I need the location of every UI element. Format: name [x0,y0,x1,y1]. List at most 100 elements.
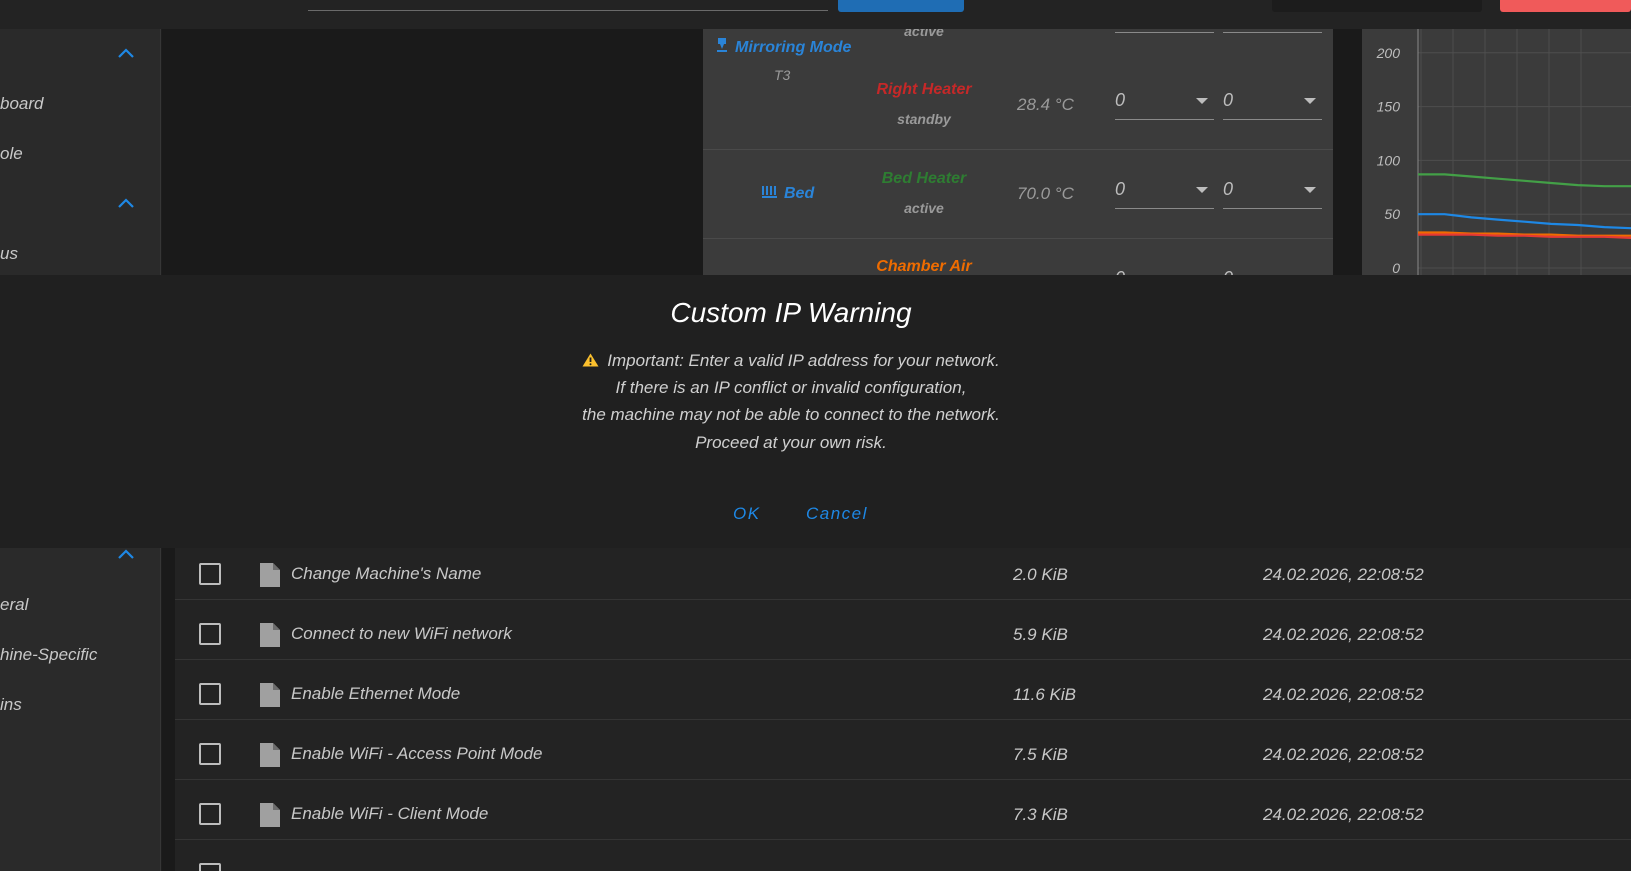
sidebar-item-plugins[interactable]: ins [0,695,22,715]
standby-temp-value: 0 [1223,268,1233,275]
standby-temp-value: 0 [1223,179,1234,199]
dialog-text-line: Important: Enter a valid IP address for … [0,351,1582,371]
file-list: Change Machine's Name 2.0 KiB 24.02.2026… [175,548,1631,871]
file-size: 5.9 KiB [1013,625,1068,644]
ok-button[interactable]: OK [733,504,761,524]
active-temp-select[interactable] [1115,29,1214,33]
row-checkbox[interactable] [199,563,221,585]
custom-ip-warning-dialog: Custom IP Warning Important: Enter a val… [0,275,1631,548]
heater-name-chamber[interactable]: Chamber Air [849,258,999,275]
heater-name-bed[interactable]: Bed Heater [849,170,999,188]
file-name[interactable]: Connect to new WiFi network [291,624,512,644]
row-checkbox[interactable] [199,803,221,825]
heater-state[interactable]: active [849,200,999,216]
file-name[interactable]: Enable WiFi - Access Point Mode [291,744,542,764]
sidebar-item-dashboard[interactable]: board [0,94,43,114]
file-icon [260,623,280,647]
top-primary-button[interactable] [838,0,964,12]
file-name[interactable]: Enable WiFi - Client Mode [291,804,488,824]
file-size: 7.5 KiB [1013,745,1068,764]
chart-tick-label: 50 [1384,206,1400,222]
chart-series-line [1418,213,1631,230]
file-icon [260,743,280,767]
file-icon [260,683,280,707]
file-date: 24.02.2026, 22:08:52 [1263,565,1424,584]
chart-tick-label: 100 [1377,152,1401,168]
file-date: 24.02.2026, 22:08:52 [1263,805,1424,824]
dialog-title: Custom IP Warning [670,297,912,328]
active-temp-select[interactable]: 0 [1115,175,1214,209]
tool-bed[interactable]: Bed [761,185,814,203]
sidebar-item-machine-specific[interactable]: hine-Specific [0,645,97,665]
file-name[interactable]: Enable Ethernet Mode [291,684,460,704]
dialog-text-line: Proceed at your own risk. [695,433,887,452]
chevron-up-icon[interactable] [116,547,136,561]
dialog-text-line: If there is an IP conflict or invalid co… [615,378,967,397]
chart-tick-label: 0 [1392,260,1400,275]
chevron-up-icon[interactable] [116,196,136,210]
file-date: 24.02.2026, 22:08:52 [1263,745,1424,764]
radiator-icon [762,186,777,198]
cancel-button[interactable]: Cancel [806,504,868,524]
standby-temp-select[interactable]: 0 [1223,86,1322,120]
active-temp-select[interactable]: 0 [1115,86,1214,120]
file-date: 24.02.2026, 22:08:52 [1263,625,1424,644]
heater-name-right[interactable]: Right Heater [849,81,999,99]
chevron-up-icon[interactable] [116,46,136,60]
table-row[interactable]: Enable Ethernet Mode 11.6 KiB 24.02.2026… [175,660,1631,720]
tool-number: T3 [774,67,791,83]
heater-current-temp: 28.4 °C [1017,95,1074,114]
standby-temp-select[interactable]: 0 [1223,264,1322,275]
sidebar-item-status[interactable]: us [0,244,18,264]
standby-temp-value: 0 [1223,90,1234,110]
heater-state: active [904,29,944,39]
active-temp-value: 0 [1115,179,1126,199]
active-temp-value: 0 [1115,90,1126,110]
dialog-text-line: the machine may not be able to connect t… [582,405,1000,424]
table-row[interactable]: Enable WiFi - Client Mode 7.3 KiB 24.02.… [175,780,1631,840]
top-app-bar [0,0,1631,29]
table-row[interactable]: Enable WiFi - Access Point Mode 7.5 KiB … [175,720,1631,780]
caret-down-icon [1304,98,1316,104]
heater-current-temp: 70.0 °C [1017,184,1074,203]
dialog-text: Important: Enter a valid IP address for … [607,351,1000,370]
active-temp-value: 0 [1115,268,1125,275]
file-size: 7.3 KiB [1013,805,1068,824]
table-row[interactable] [175,840,1631,871]
file-date: 24.02.2026, 22:08:52 [1263,685,1424,704]
row-checkbox[interactable] [199,863,221,871]
table-row[interactable]: Connect to new WiFi network 5.9 KiB 24.0… [175,600,1631,660]
temperature-chart: 0 50 100 150 200 [1376,29,1631,275]
tool-name-label: Mirroring Mode [735,39,852,56]
file-icon [260,563,280,587]
row-checkbox[interactable] [199,623,221,645]
nozzle-icon [717,38,727,52]
top-search-input[interactable] [308,10,828,11]
active-temp-select[interactable]: 0 [1115,264,1214,275]
row-checkbox[interactable] [199,683,221,705]
sidebar-item-console[interactable]: ole [0,144,23,164]
file-icon [260,803,280,827]
emergency-stop-button[interactable] [1500,0,1631,12]
temperature-chart-panel: 0 50 100 150 200 [1362,29,1631,275]
warning-icon [582,353,599,367]
chart-series-line [1418,173,1631,188]
chart-tick-label: 150 [1377,99,1401,115]
table-row[interactable]: Change Machine's Name 2.0 KiB 24.02.2026… [175,540,1631,600]
standby-temp-select[interactable]: 0 [1223,175,1322,209]
sidebar-item-general[interactable]: eral [0,595,28,615]
standby-temp-select[interactable] [1223,29,1322,33]
top-status-box[interactable] [1272,0,1482,12]
tools-panel: active Mirroring Mode T3 Right Heater st… [703,29,1333,275]
chart-tick-label: 200 [1376,45,1401,61]
caret-down-icon [1304,187,1316,193]
row-checkbox[interactable] [199,743,221,765]
caret-down-icon [1196,187,1208,193]
heater-state[interactable]: standby [849,111,999,127]
caret-down-icon [1196,98,1208,104]
file-size: 11.6 KiB [1013,685,1077,704]
file-size: 2.0 KiB [1013,565,1068,584]
tool-name-label: Bed [784,185,815,202]
tool-mirroring-mode[interactable]: Mirroring Mode [715,37,851,57]
file-name[interactable]: Change Machine's Name [291,564,481,584]
